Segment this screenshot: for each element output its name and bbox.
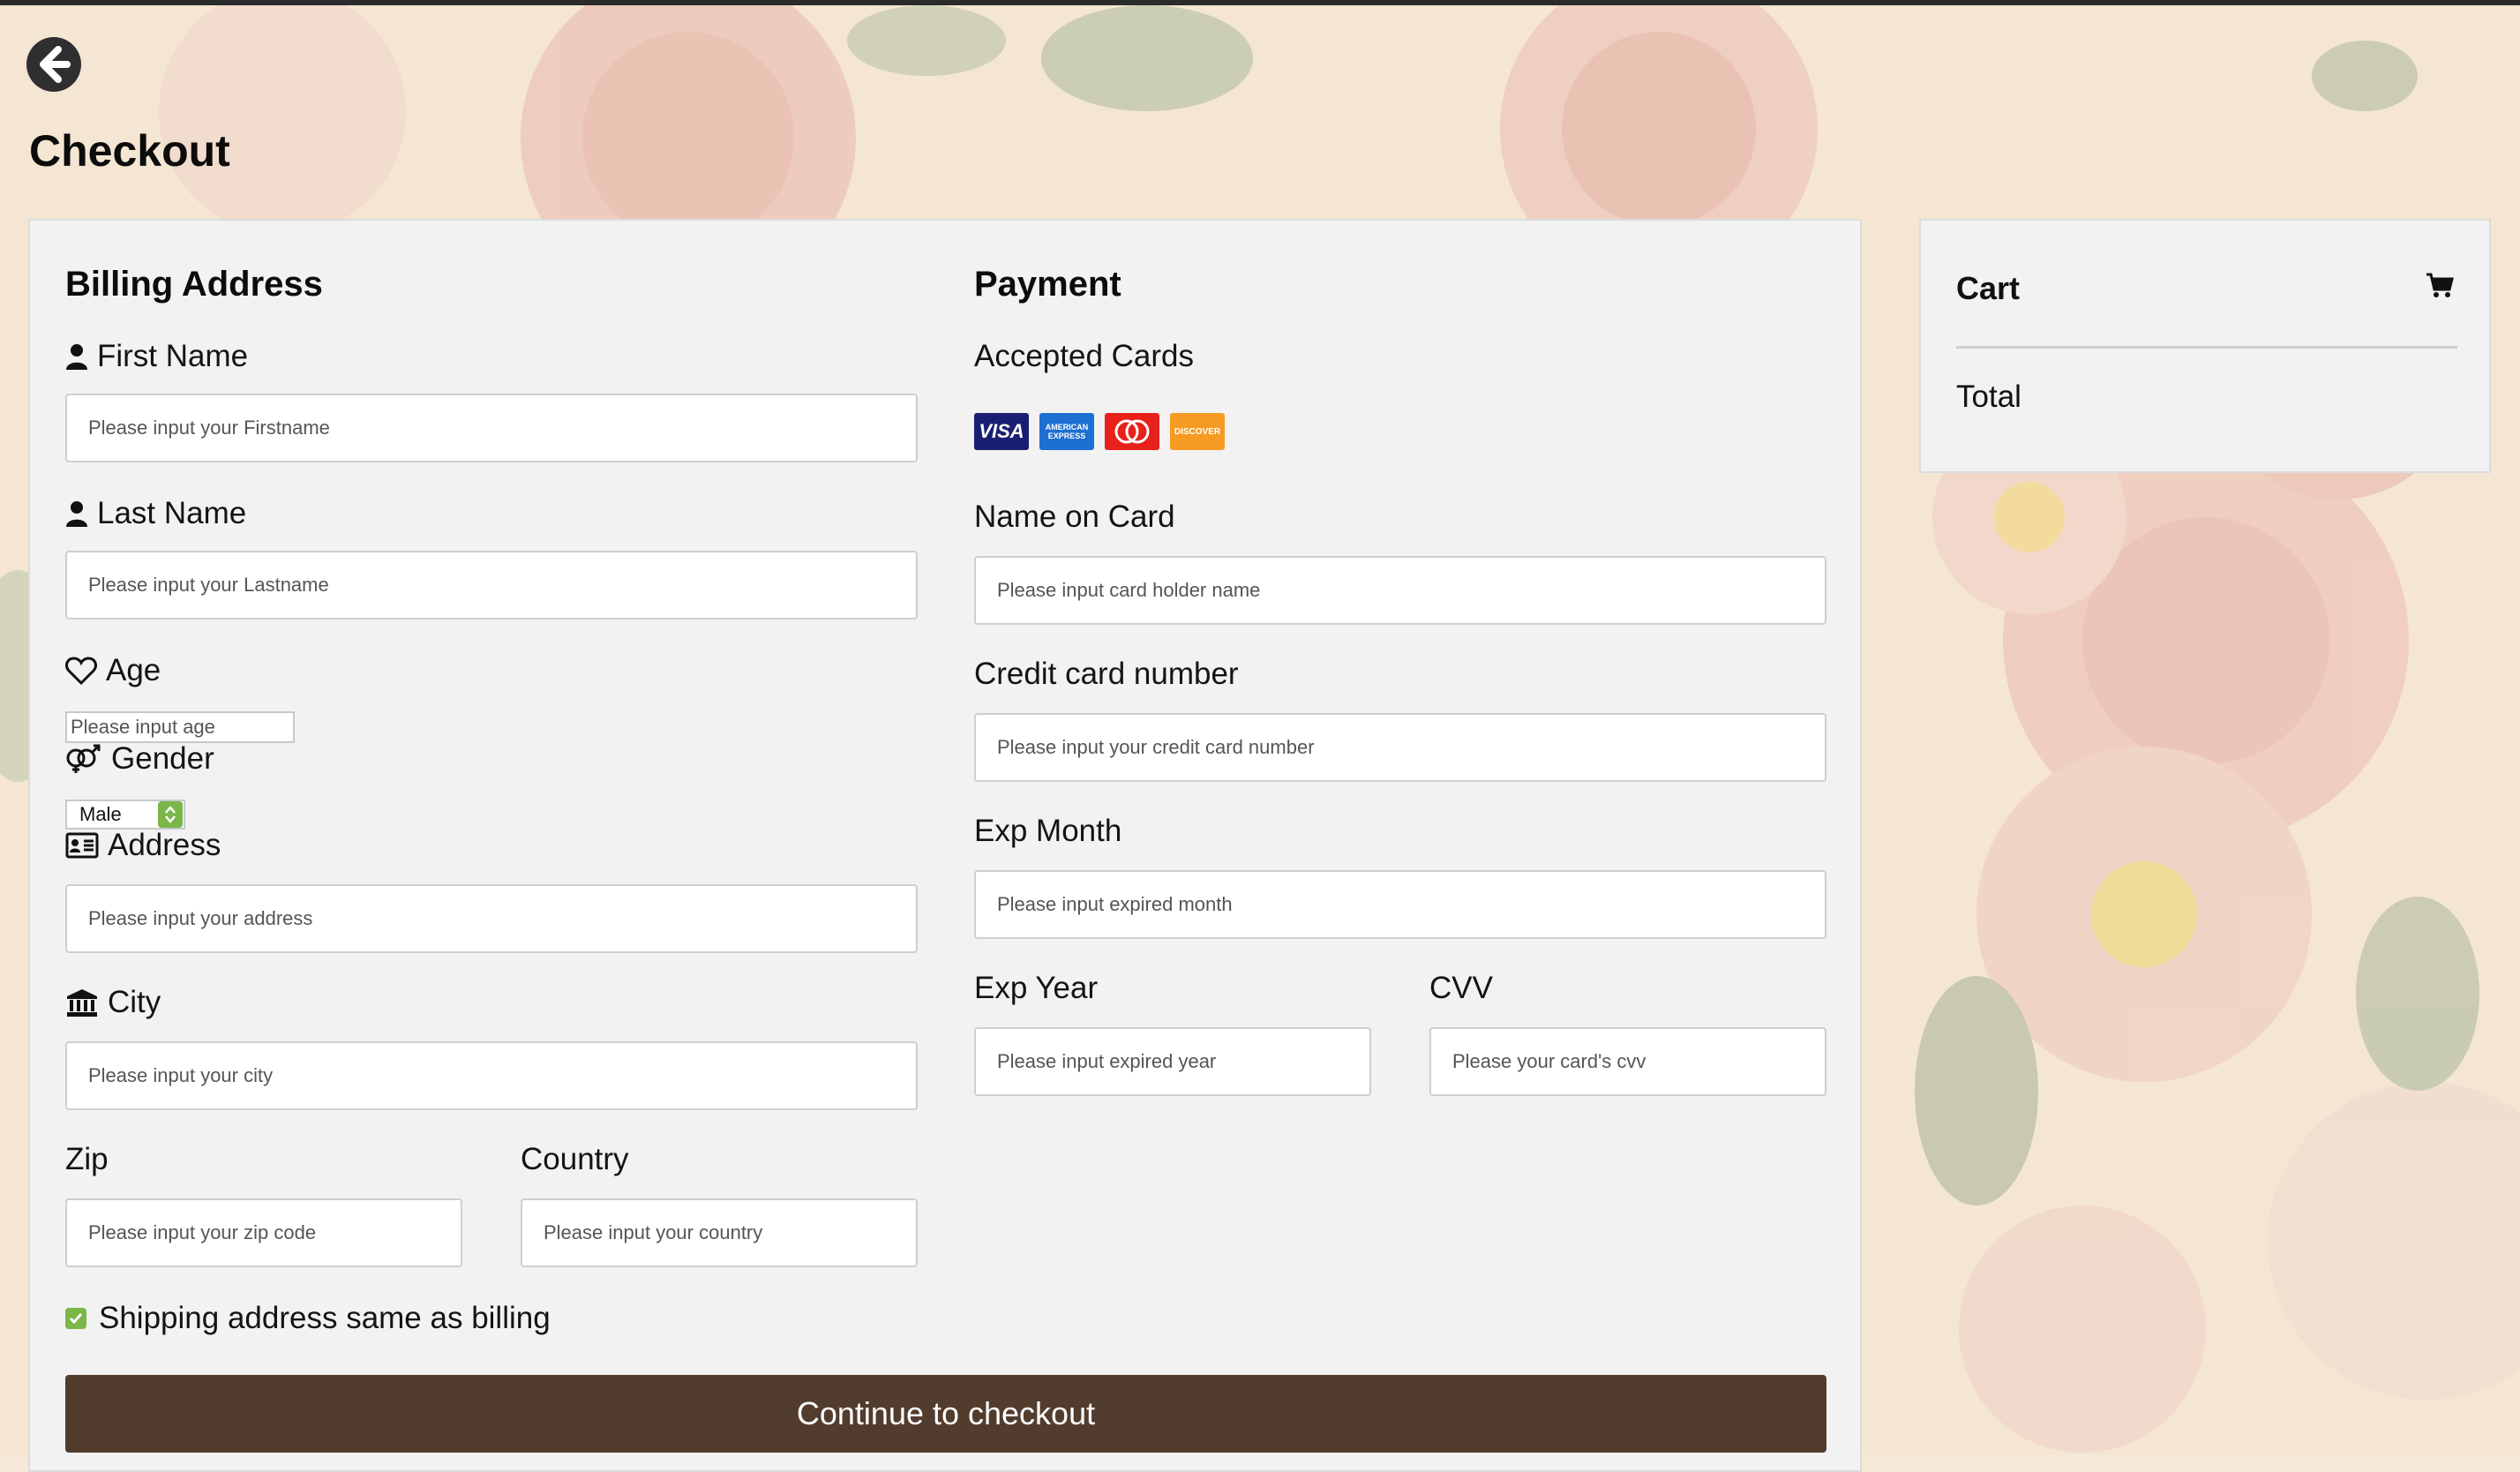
address-card-icon — [65, 832, 99, 859]
zip-label-text: Zip — [65, 1142, 109, 1176]
exp-year-label: Exp Year — [974, 971, 1098, 1006]
user-icon — [66, 344, 87, 370]
age-input[interactable] — [65, 711, 295, 743]
country-input[interactable] — [521, 1198, 918, 1267]
last-name-label-text: Last Name — [97, 496, 247, 530]
country-label: Country — [521, 1142, 629, 1177]
gender-label-text: Gender — [111, 741, 214, 776]
first-name-label: First Name — [65, 339, 248, 374]
page-title: Checkout — [29, 126, 230, 176]
checkout-form-panel: Billing Address First Name Last Name Age… — [28, 219, 1862, 1472]
billing-heading: Billing Address — [65, 265, 323, 304]
card-number-input[interactable] — [974, 713, 1826, 782]
address-input[interactable] — [65, 884, 918, 953]
card-number-label: Credit card number — [974, 657, 1239, 692]
cvv-label: CVV — [1429, 971, 1493, 1006]
exp-month-label-text: Exp Month — [974, 814, 1122, 848]
city-input[interactable] — [65, 1041, 918, 1110]
gender-icon — [66, 744, 101, 773]
gender-label: Gender — [65, 741, 214, 777]
zip-label: Zip — [65, 1142, 109, 1177]
cart-divider — [1956, 346, 2457, 349]
age-label: Age — [65, 653, 161, 688]
first-name-input[interactable] — [65, 394, 918, 462]
exp-month-input[interactable] — [974, 870, 1826, 939]
address-label: Address — [65, 828, 221, 863]
last-name-label: Last Name — [65, 496, 246, 531]
shipping-same-label: Shipping address same as billing — [99, 1301, 551, 1335]
bank-icon — [67, 989, 97, 1017]
card-number-label-text: Credit card number — [974, 657, 1239, 691]
exp-year-label-text: Exp Year — [974, 971, 1099, 1005]
back-arrow-icon — [28, 39, 79, 90]
gender-selected-value: Male — [79, 803, 122, 825]
shipping-same-checkbox[interactable] — [65, 1308, 86, 1329]
payment-heading: Payment — [974, 265, 1121, 304]
cvv-label-text: CVV — [1429, 971, 1493, 1005]
city-label-text: City — [108, 985, 161, 1019]
cvv-input[interactable] — [1429, 1027, 1826, 1096]
mastercard-card-icon — [1105, 413, 1159, 450]
cart-title: Cart — [1956, 270, 2021, 306]
zip-input[interactable] — [65, 1198, 462, 1267]
city-label: City — [65, 985, 161, 1020]
age-label-text: Age — [106, 653, 161, 687]
country-label-text: Country — [521, 1142, 629, 1176]
visa-card-icon: VISA — [974, 413, 1029, 450]
cart-total-label: Total — [1956, 379, 2021, 414]
accepted-cards-label-text: Accepted Cards — [974, 339, 1195, 373]
accepted-cards-list: VISA AMERICAN EXPRESS DISCOVER — [974, 413, 1225, 450]
user-icon — [66, 501, 87, 527]
shipping-same-row: Shipping address same as billing — [65, 1301, 551, 1336]
checkmark-icon — [69, 1313, 83, 1325]
name-on-card-input[interactable] — [974, 556, 1826, 625]
shopping-cart-icon[interactable] — [2426, 272, 2454, 298]
name-on-card-label: Name on Card — [974, 499, 1175, 535]
gender-select[interactable]: Male — [65, 800, 185, 830]
name-on-card-label-text: Name on Card — [974, 499, 1175, 534]
cart-panel: Cart Total — [1919, 219, 2491, 473]
accepted-cards-label: Accepted Cards — [974, 339, 1194, 374]
first-name-label-text: First Name — [97, 339, 249, 373]
heart-icon — [65, 657, 97, 685]
last-name-input[interactable] — [65, 551, 918, 620]
exp-year-input[interactable] — [974, 1027, 1371, 1096]
discover-card-icon: DISCOVER — [1170, 413, 1225, 450]
address-label-text: Address — [108, 828, 221, 862]
select-arrows-icon — [158, 801, 183, 828]
back-button[interactable] — [26, 37, 81, 92]
continue-to-checkout-button[interactable]: Continue to checkout — [65, 1375, 1826, 1453]
amex-card-icon: AMERICAN EXPRESS — [1039, 413, 1094, 450]
exp-month-label: Exp Month — [974, 814, 1121, 849]
